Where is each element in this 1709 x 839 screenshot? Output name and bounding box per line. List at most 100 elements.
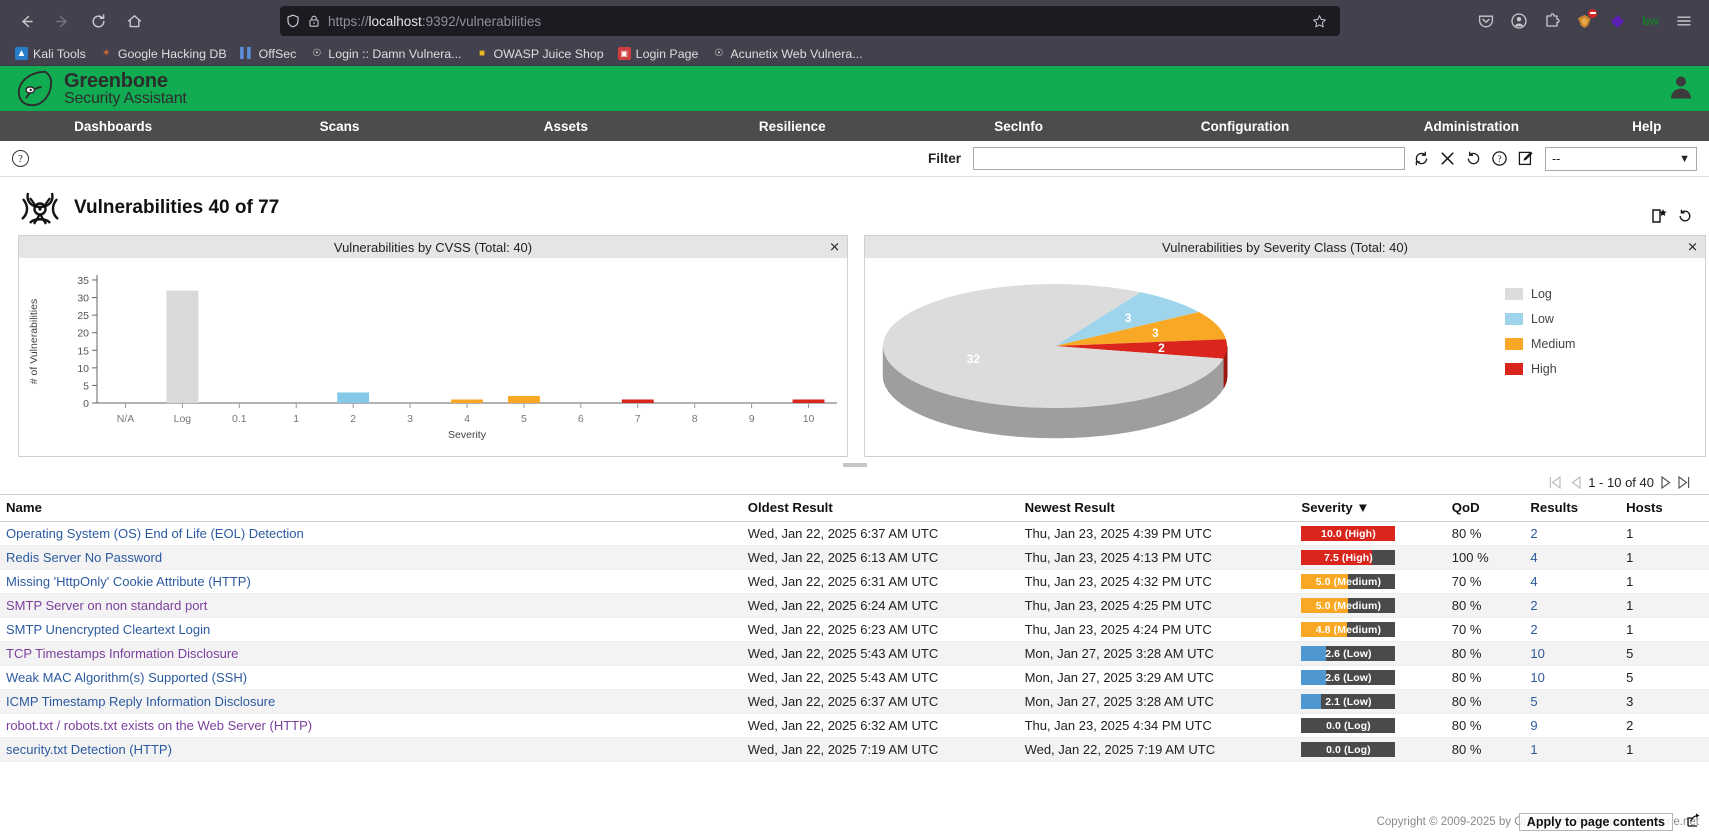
new-filter-icon[interactable] xyxy=(1651,208,1667,229)
legend-swatch-High xyxy=(1505,363,1523,375)
pocket-icon[interactable] xyxy=(1470,6,1501,37)
vulnerability-link[interactable]: Operating System (OS) End of Life (EOL) … xyxy=(6,526,304,541)
nav-assets[interactable]: Assets xyxy=(453,111,679,141)
dashboard-resize-handle[interactable] xyxy=(842,463,867,467)
cell-qod: 80 % xyxy=(1445,641,1525,666)
previous-page-icon[interactable] xyxy=(1569,475,1583,490)
hamburger-menu-icon[interactable] xyxy=(1668,6,1699,37)
last-page-icon[interactable] xyxy=(1678,475,1695,490)
vulnerability-link[interactable]: TCP Timestamps Information Disclosure xyxy=(6,646,238,661)
nav-administration[interactable]: Administration xyxy=(1358,111,1584,141)
help-circle-icon[interactable]: ? xyxy=(12,150,29,167)
vulnerability-link[interactable]: Redis Server No Password xyxy=(6,550,162,565)
cell-severity: 7.5 (High) xyxy=(1295,545,1446,570)
vulnerability-link[interactable]: robot.txt / robots.txt exists on the Web… xyxy=(6,718,312,733)
user-account-icon[interactable] xyxy=(1667,72,1695,105)
bookmark-google-hacking-db[interactable]: ✶ Google Hacking DB xyxy=(93,45,234,63)
bar-10 xyxy=(792,399,825,403)
vulnerability-link[interactable]: security.txt Detection (HTTP) xyxy=(6,742,172,757)
forward-arrow-icon[interactable] xyxy=(46,5,78,37)
cell-hosts: 1 xyxy=(1620,521,1709,546)
home-icon[interactable] xyxy=(118,5,150,37)
bookmark-star-icon[interactable] xyxy=(1304,6,1334,36)
severity-label: 5.0 (Medium) xyxy=(1315,599,1382,612)
column-header-results[interactable]: Results xyxy=(1524,494,1621,522)
account-icon[interactable] xyxy=(1503,6,1534,37)
back-arrow-icon[interactable] xyxy=(10,5,42,37)
cell-qod: 70 % xyxy=(1445,617,1525,642)
refresh-icon[interactable] xyxy=(1677,208,1693,229)
severity-chart-panel: Vulnerabilities by Severity Class (Total… xyxy=(864,235,1706,457)
bookmark-acunetix[interactable]: ☉ Acunetix Web Vulnera... xyxy=(705,45,869,63)
results-count-link[interactable]: 2 xyxy=(1530,526,1537,541)
bookmark-label: Google Hacking DB xyxy=(117,46,227,61)
cvss-chart-panel: Vulnerabilities by CVSS (Total: 40) ✕ 0 5… xyxy=(18,235,848,457)
column-header-oldest-result[interactable]: Oldest Result xyxy=(741,494,1019,522)
filter-help-icon[interactable]: ? xyxy=(1490,149,1509,168)
bookmark-owasp-juice-shop[interactable]: ■ OWASP Juice Shop xyxy=(468,45,610,63)
first-page-icon[interactable] xyxy=(1547,475,1564,490)
juice-shop-icon: ■ xyxy=(478,47,485,59)
revert-filter-icon[interactable] xyxy=(1464,149,1483,168)
vulnerability-link[interactable]: ICMP Timestamp Reply Information Disclos… xyxy=(6,694,275,709)
table-header-row: Name Oldest Result Newest Result Severit… xyxy=(0,494,1709,522)
nav-secinfo[interactable]: SecInfo xyxy=(905,111,1131,141)
filter-input[interactable] xyxy=(973,147,1405,170)
bookmark-offsec[interactable]: ▌▌ OffSec xyxy=(234,45,304,63)
purple-diamond-extension-icon[interactable] xyxy=(1602,6,1633,37)
severity-bar: 2.6 (Low) xyxy=(1301,670,1396,685)
results-count-link[interactable]: 9 xyxy=(1530,718,1537,733)
filter-label: Filter xyxy=(927,151,961,166)
edit-filter-icon[interactable] xyxy=(1516,149,1535,168)
vulnerability-link[interactable]: SMTP Unencrypted Cleartext Login xyxy=(6,622,210,637)
column-header-severity[interactable]: Severity ▼ xyxy=(1295,494,1446,522)
close-icon[interactable]: ✕ xyxy=(1687,241,1698,254)
results-count-link[interactable]: 10 xyxy=(1530,670,1544,685)
vulnerability-link[interactable]: Weak MAC Algorithm(s) Supported (SSH) xyxy=(6,670,247,685)
cvss-bar-chart[interactable]: 0 5 10 15 20 25 30 35 N/A Log 0.1 1 2 3 4 5 6 7 8 9 10 Severi… xyxy=(19,258,847,456)
bookmark-login-page[interactable]: ▣ Login Page xyxy=(611,45,706,63)
share-icon[interactable] xyxy=(1686,813,1701,831)
results-count-link[interactable]: 1 xyxy=(1530,742,1537,757)
lock-warning-icon[interactable] xyxy=(307,14,321,28)
column-header-hosts[interactable]: Hosts xyxy=(1620,494,1709,522)
globe-icon: ☉ xyxy=(312,47,322,59)
severity-label: 2.6 (Low) xyxy=(1325,647,1372,660)
vulnerability-link[interactable]: SMTP Server on non standard port xyxy=(6,598,207,613)
shield-icon[interactable] xyxy=(286,14,300,28)
nav-scans[interactable]: Scans xyxy=(226,111,452,141)
ublock-origin-icon[interactable] xyxy=(1569,6,1600,37)
nav-help[interactable]: Help xyxy=(1585,111,1709,141)
svg-text:2: 2 xyxy=(350,413,356,425)
severity-pie-chart[interactable]: 33232LogLowMediumHigh xyxy=(865,258,1705,456)
nav-resilience[interactable]: Resilience xyxy=(679,111,905,141)
close-icon[interactable]: ✕ xyxy=(829,241,840,254)
bookmark-damn-vulnerable[interactable]: ☉ Login :: Damn Vulnera... xyxy=(303,45,468,63)
next-page-icon[interactable] xyxy=(1659,475,1673,490)
reload-icon[interactable] xyxy=(82,5,114,37)
cell-name: TCP Timestamps Information Disclosure xyxy=(0,641,742,666)
column-header-newest-result[interactable]: Newest Result xyxy=(1018,494,1296,522)
vulnerability-link[interactable]: Missing 'HttpOnly' Cookie Attribute (HTT… xyxy=(6,574,251,589)
nav-dashboards[interactable]: Dashboards xyxy=(0,111,226,141)
column-header-qod[interactable]: QoD xyxy=(1445,494,1525,522)
update-filter-icon[interactable] xyxy=(1412,149,1431,168)
results-count-link[interactable]: 4 xyxy=(1530,550,1537,565)
bookmark-kali-tools[interactable]: ▲ Kali Tools xyxy=(8,45,93,63)
cell-oldest-result: Wed, Jan 22, 2025 6:13 AM UTC xyxy=(741,545,1019,570)
reset-filter-icon[interactable] xyxy=(1438,149,1457,168)
filter-preset-select[interactable]: -- ▼ xyxy=(1545,146,1697,171)
bitwarden-icon[interactable]: bw xyxy=(1635,6,1666,37)
results-count-link[interactable]: 5 xyxy=(1530,694,1537,709)
results-count-link[interactable]: 2 xyxy=(1530,622,1537,637)
brand-logo[interactable]: Greenbone Security Assistant xyxy=(14,69,187,109)
address-bar[interactable]: https://localhost:9392/vulnerabilities xyxy=(280,6,1340,36)
results-count-link[interactable]: 2 xyxy=(1530,598,1537,613)
cell-hosts: 1 xyxy=(1620,569,1709,594)
url-text[interactable]: https://localhost:9392/vulnerabilities xyxy=(328,14,1297,29)
extensions-icon[interactable] xyxy=(1536,6,1567,37)
column-header-name[interactable]: Name xyxy=(0,494,742,522)
nav-configuration[interactable]: Configuration xyxy=(1132,111,1358,141)
results-count-link[interactable]: 10 xyxy=(1530,646,1544,661)
results-count-link[interactable]: 4 xyxy=(1530,574,1537,589)
